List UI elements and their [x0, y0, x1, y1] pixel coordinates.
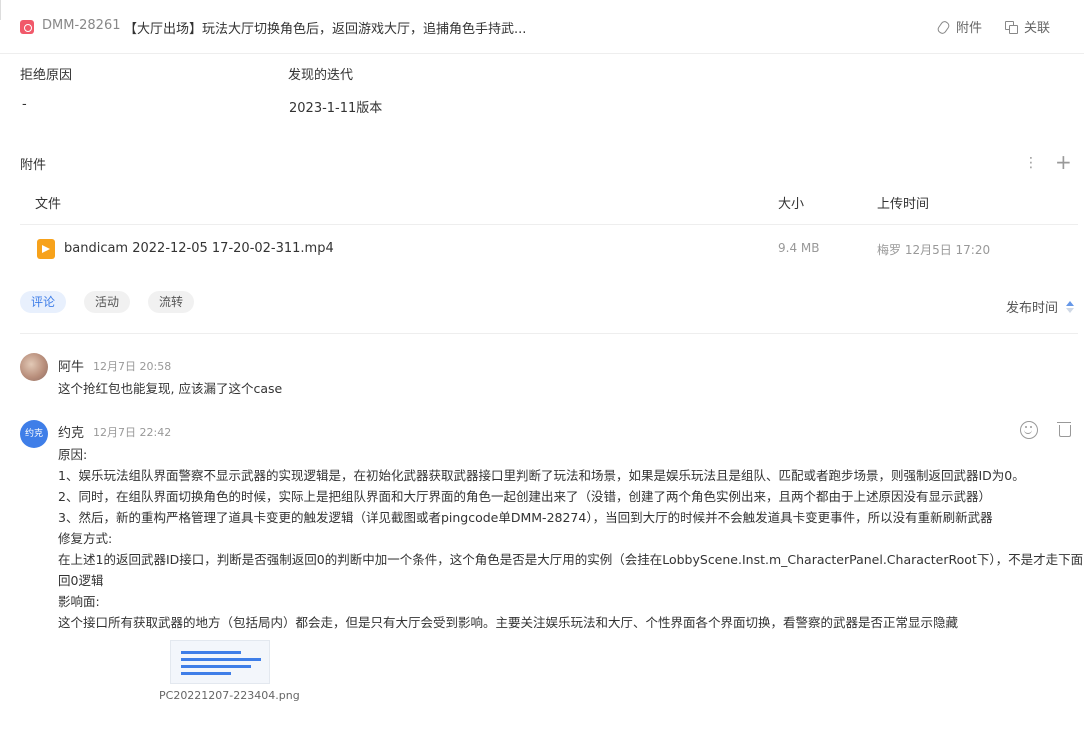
field-value-found-iteration[interactable]: 2023-1-11版本	[289, 97, 382, 116]
paperclip-icon	[936, 20, 950, 34]
link-icon	[1004, 20, 1018, 34]
column-size: 大小	[778, 197, 805, 212]
comment-text: 修复方式:	[58, 531, 113, 546]
column-file: 文件	[35, 197, 62, 212]
video-file-icon	[37, 239, 55, 259]
thumbnail-line	[181, 665, 251, 668]
issue-id[interactable]: DMM-28261	[42, 18, 121, 33]
comment-text: 回0逻辑	[58, 573, 104, 588]
header-divider	[0, 0, 8, 20]
attach-label: 附件	[956, 21, 983, 36]
issue-header: DMM-28261 【大厅出场】玩法大厅切换角色后，返回游戏大厅，追捕角色手持武…	[0, 0, 1084, 54]
link-label: 关联	[1024, 21, 1051, 36]
comment-text: 1、娱乐玩法组队界面警察不显示武器的实现逻辑是，在初始化武器获取武器接口里判断了…	[58, 468, 1025, 483]
image-name[interactable]: PC20221207-223404.png	[159, 689, 300, 702]
trash-icon[interactable]	[1056, 420, 1074, 438]
attachments-title: 附件	[20, 158, 47, 173]
comment-text: 在上述1的返回武器ID接口，判断是否强制返回0的判断中加一个条件，这个角色是否是…	[58, 552, 1084, 567]
tab-flow[interactable]: 流转	[148, 291, 195, 313]
link-button[interactable]: 关联	[1004, 17, 1050, 36]
field-label-found-iteration: 发现的迭代	[288, 68, 354, 83]
avatar[interactable]	[20, 353, 48, 381]
issue-title[interactable]: 【大厅出场】玩法大厅切换角色后，返回游戏大厅，追捕角色手持武...	[124, 18, 526, 37]
sort-button[interactable]: 发布时间	[1006, 297, 1075, 316]
field-value-reject-reason[interactable]: -	[22, 97, 27, 112]
avatar[interactable]: 约克	[20, 420, 48, 448]
bug-icon	[20, 20, 34, 34]
file-name[interactable]: bandicam 2022-12-05 17-20-02-311.mp4	[64, 241, 334, 256]
comment-time: 12月7日 20:58	[93, 360, 172, 373]
thumbnail-line	[181, 651, 241, 654]
comment-text: 3、然后，新的重构严格管理了道具卡变更的触发逻辑（详见截图或者pingcode单…	[58, 510, 993, 525]
comment-time: 12月7日 22:42	[93, 426, 172, 439]
emoji-icon[interactable]	[1020, 421, 1038, 439]
file-uploaded: 梅罗 12月5日 17:20	[877, 243, 991, 257]
add-icon[interactable]: +	[1055, 152, 1072, 172]
more-icon[interactable]: ⋮	[1024, 155, 1038, 171]
comment-author[interactable]: 约克	[58, 422, 84, 441]
comment-text: 影响面:	[58, 594, 100, 609]
divider	[20, 333, 1078, 334]
comment-author[interactable]: 阿牛	[58, 356, 84, 375]
activity-tabs: 评论 活动 流转	[20, 291, 195, 313]
comment-text: 这个抢红包也能复现, 应该漏了这个case	[58, 381, 283, 396]
tab-comments[interactable]: 评论	[20, 291, 67, 313]
attachments-table-header: 文件 大小 上传时间	[20, 181, 1078, 225]
attach-button[interactable]: 附件	[936, 17, 982, 36]
column-uploaded: 上传时间	[877, 197, 930, 212]
tab-activity[interactable]: 活动	[84, 291, 131, 313]
sort-label: 发布时间	[1006, 301, 1059, 316]
field-label-reject-reason: 拒绝原因	[20, 68, 73, 83]
thumbnail-line	[181, 658, 261, 661]
file-size: 9.4 MB	[778, 241, 820, 255]
table-row[interactable]: bandicam 2022-12-05 17-20-02-311.mp4 9.4…	[20, 226, 1078, 272]
sort-icon	[1066, 300, 1075, 313]
image-thumbnail[interactable]	[170, 640, 270, 684]
comment-text: 2、同时，在组队界面切换角色的时候，实际上是把组队界面和大厅界面的角色一起创建出…	[58, 489, 991, 504]
comment-text: 原因:	[58, 447, 88, 462]
thumbnail-line	[181, 672, 231, 675]
comment-text: 这个接口所有获取武器的地方（包括局内）都会走，但是只有大厅会受到影响。主要关注娱…	[58, 615, 959, 630]
